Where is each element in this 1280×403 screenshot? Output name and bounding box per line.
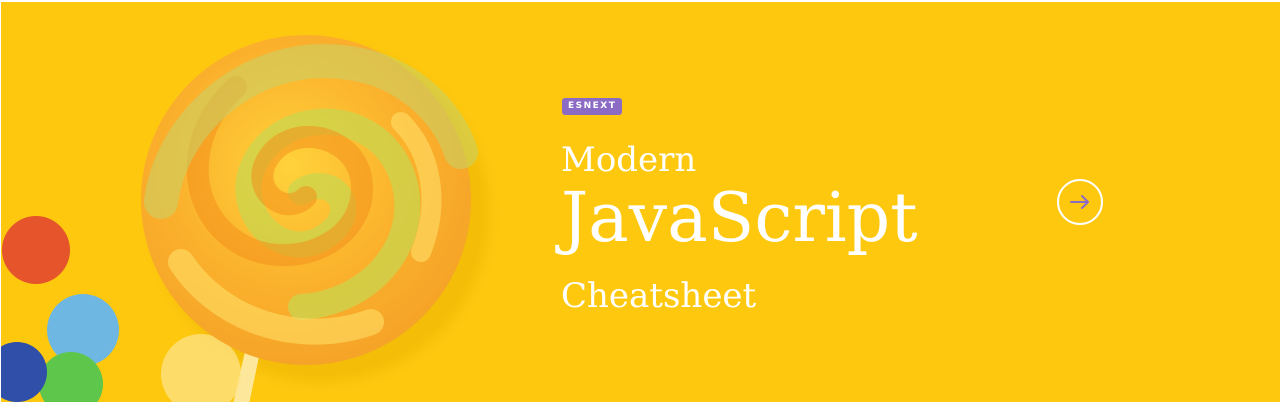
arrow-right-icon xyxy=(1070,195,1089,209)
title-javascript: JavaScript xyxy=(561,179,918,258)
esnext-badge: ESNEXT xyxy=(562,98,623,115)
lollipop-illustration xyxy=(1,35,489,402)
hero-banner[interactable]: ESNEXT Modern JavaScript Cheatsheet xyxy=(1,2,1280,402)
candy-navy xyxy=(1,342,47,402)
candy-red xyxy=(2,216,70,284)
next-arrow-button[interactable] xyxy=(1057,179,1103,225)
title-cheatsheet: Cheatsheet xyxy=(561,276,757,316)
